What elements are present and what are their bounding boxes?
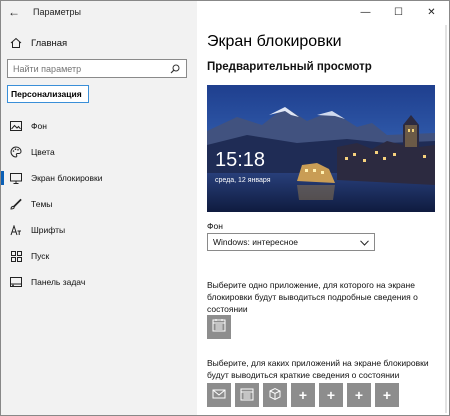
lock-screen-time: 15:18 [215,149,266,171]
back-button[interactable]: ← [1,1,27,23]
minimize-button[interactable]: — [349,1,382,23]
preview-title: Предварительный просмотр [207,61,372,73]
brief-app-mail-button[interactable] [207,383,231,407]
brief-status-apps: + + + + [207,383,399,407]
brief-app-add-button[interactable]: + [291,383,315,407]
calendar-icon [240,387,254,404]
maximize-button[interactable]: ☐ [382,1,415,23]
sidebar-item-label: Экран блокировки [31,173,103,183]
sidebar: ← Параметры Главная Персонализация Фон [1,1,197,415]
home-icon [1,37,31,49]
sidebar-item-label: Фон [31,121,47,131]
lock-screen-preview: 15:18 среда, 12 января [207,85,435,212]
search-input[interactable] [8,63,168,74]
sidebar-item-start[interactable]: Пуск [1,243,197,269]
title-bar: ← Параметры [1,1,197,23]
background-dropdown[interactable]: Windows: интересное [207,233,375,251]
detail-status-app-button[interactable] [207,315,231,339]
brief-status-description: Выберите, для каких приложений на экране… [207,358,429,380]
sidebar-item-taskbar[interactable]: Панель задач [1,269,197,295]
settings-window: ← Параметры Главная Персонализация Фон [0,0,450,416]
main-content: Экран блокировки Предварительный просмот… [197,23,449,415]
palette-icon [1,146,31,158]
search-icon[interactable] [168,64,182,74]
page-title: Экран блокировки [207,33,342,50]
app-title: Параметры [33,7,81,17]
store-icon [268,387,282,404]
brief-app-calendar-button[interactable] [235,383,259,407]
sidebar-item-background[interactable]: Фон [1,113,197,139]
window-controls: — ☐ ✕ [349,1,449,23]
mail-icon [212,387,226,403]
brush-icon [1,198,31,210]
sidebar-item-themes[interactable]: Темы [1,191,197,217]
calendar-icon [212,318,226,337]
sidebar-item-label: Темы [31,199,53,209]
sidebar-item-label: Панель задач [31,277,86,287]
background-dropdown-value: Windows: интересное [213,237,299,247]
background-label: Фон [207,221,223,231]
brief-app-add-button[interactable]: + [319,383,343,407]
taskbar-icon [1,277,31,287]
sidebar-item-lock-screen[interactable]: Экран блокировки [1,165,197,191]
chevron-down-icon [360,233,369,251]
sidebar-item-colors[interactable]: Цвета [1,139,197,165]
brief-app-add-button[interactable]: + [347,383,371,407]
monitor-icon [1,172,31,184]
image-icon [1,121,31,131]
sidebar-item-label: Пуск [31,251,50,261]
section-title: Персонализация [7,85,89,103]
nav-list: Фон Цвета Экран блокировки Темы Шрифты П… [1,113,197,295]
brief-app-add-button[interactable]: + [375,383,399,407]
start-grid-icon [1,250,31,262]
search-box[interactable] [7,59,187,78]
close-button[interactable]: ✕ [415,1,448,23]
detail-status-description: Выберите одно приложение, для которого н… [207,280,418,314]
sidebar-item-label: Шрифты [31,225,66,235]
sidebar-item-fonts[interactable]: Шрифты [1,217,197,243]
sidebar-item-label: Цвета [31,147,55,157]
scrollbar[interactable] [445,25,447,413]
lock-screen-date: среда, 12 января [215,177,271,184]
font-icon [1,224,31,236]
brief-app-store-button[interactable] [263,383,287,407]
nav-home[interactable]: Главная [1,33,197,53]
nav-home-label: Главная [31,37,68,49]
